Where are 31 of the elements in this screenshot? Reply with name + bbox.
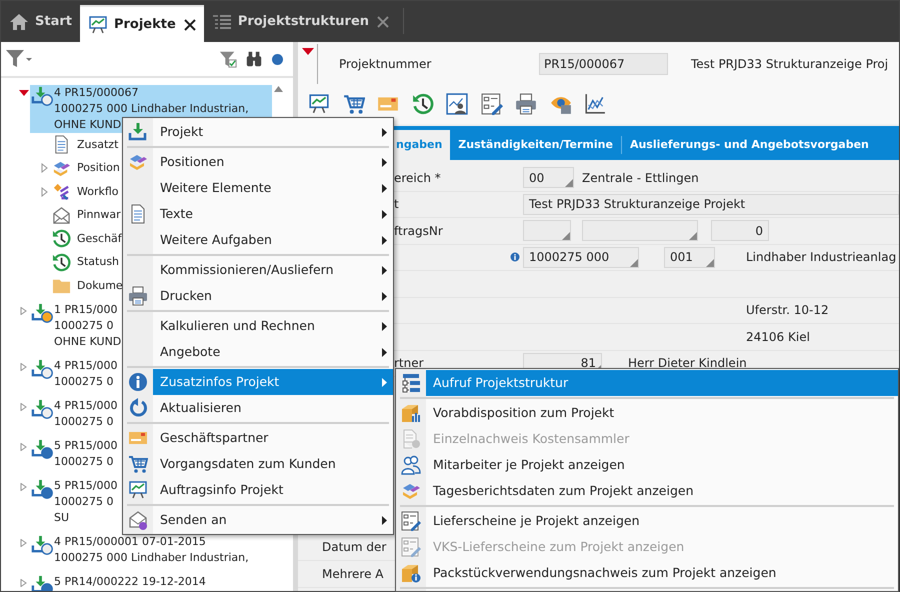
field-label: t xyxy=(394,197,399,212)
field-label: rtner xyxy=(394,356,424,370)
item-label: 1000275 000 Lindhaber Industrian, xyxy=(54,101,249,117)
item-label: 4 PR15/000067 xyxy=(54,85,138,101)
field-label: ereich * xyxy=(394,170,441,185)
item-label: OHNE KUND xyxy=(54,117,122,133)
item-label: 1000275 0 xyxy=(54,414,114,430)
field-text: Zentrale - Ettlingen xyxy=(582,170,699,187)
item-label: 1000275 0 xyxy=(54,318,114,334)
item-label: 1 PR15/000 xyxy=(54,302,118,318)
item-label: 5 PR15/000 xyxy=(54,478,118,494)
address-text: 24106 Kiel xyxy=(746,328,810,346)
field-label: Mehrere A xyxy=(322,566,384,583)
item-label: SU xyxy=(54,510,70,526)
item-label: 5 PR14/000222 19-12-2014 xyxy=(54,574,206,590)
field-text: Herr Dieter Kindlein xyxy=(628,355,747,372)
item-label: OHNE KUND xyxy=(54,334,122,350)
item-label: 1000275 0 xyxy=(54,454,114,470)
field-label: Projektnummer xyxy=(339,56,432,73)
item-label: 1000275 000 Lindhaber Industrian, xyxy=(54,550,249,566)
field-text: Lindhaber Industrieanlag xyxy=(746,249,896,266)
address-text: Uferstr. 10-12 xyxy=(746,302,829,320)
field-label: ftragsNr xyxy=(394,224,443,238)
item-label: 4 PR15/000 xyxy=(54,358,118,374)
item-label: 4 PR15/000 xyxy=(54,398,118,414)
item-label: 1000275 0 xyxy=(54,494,114,510)
item-label: 1000275 0 xyxy=(54,374,114,390)
project-title: Test PRJD33 Strukturanzeige Proj xyxy=(691,56,888,73)
item-label: 4 PR15/000001 07-01-2015 xyxy=(54,534,206,550)
item-label: 5 PR15/000 xyxy=(54,438,118,454)
field-label: Datum der xyxy=(322,539,386,556)
